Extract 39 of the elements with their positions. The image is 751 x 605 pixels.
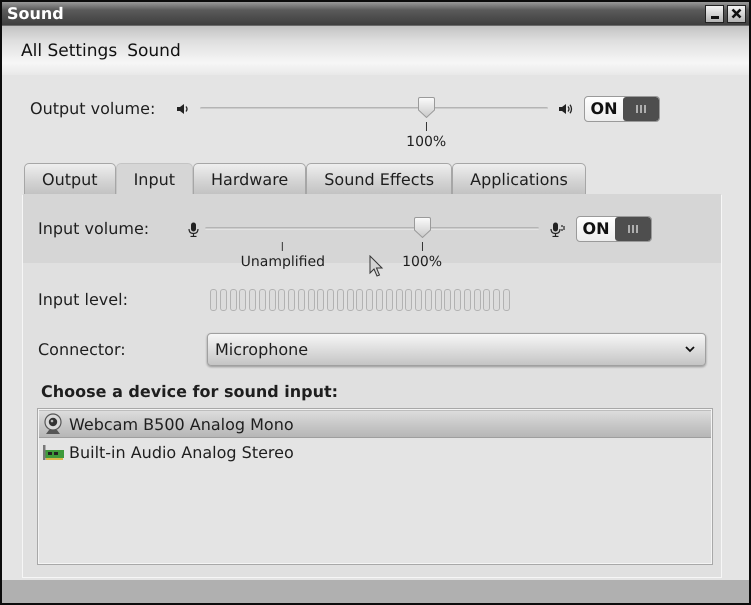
tick-label: 100%	[402, 254, 442, 271]
tab[interactable]: Input	[116, 163, 194, 194]
input-volume-label: Input volume:	[38, 218, 150, 240]
tab[interactable]: Applications	[452, 163, 586, 194]
tab[interactable]: Sound Effects	[306, 163, 452, 194]
slider-thumb[interactable]	[418, 97, 436, 118]
switch-grip-icon	[623, 97, 659, 121]
chevron-down-icon	[685, 346, 695, 353]
input-level-label: Input level:	[38, 289, 129, 311]
sound-card-icon	[42, 444, 64, 460]
output-volume-label: Output volume:	[30, 98, 156, 120]
close-button[interactable]	[727, 4, 746, 22]
volume-low-icon	[176, 103, 189, 115]
breadcrumb-button[interactable]: All Settings	[19, 38, 120, 62]
tick-mark	[422, 242, 423, 251]
tab[interactable]: Output	[24, 163, 116, 194]
tick-mark	[282, 242, 284, 251]
on-off-switch[interactable]: ON	[576, 216, 652, 242]
microphone-icon	[188, 222, 199, 237]
tick-label: Unamplified	[240, 254, 325, 271]
on-off-switch[interactable]: ON	[584, 96, 660, 122]
device-list-heading: Choose a device for sound input:	[40, 383, 338, 401]
device-row[interactable]: Webcam B500 Analog Mono	[39, 410, 711, 438]
device-row[interactable]: Built-in Audio Analog Stereo	[39, 438, 711, 466]
webcam-icon	[42, 413, 64, 435]
connector-label: Connector:	[38, 338, 127, 360]
close-icon	[731, 8, 742, 19]
connector-dropdown[interactable]: Microphone	[207, 333, 706, 366]
breadcrumb-button[interactable]: Sound	[125, 38, 183, 62]
minimize-icon	[710, 16, 718, 19]
slider-thumb[interactable]	[414, 217, 432, 238]
microphone-high-icon	[550, 222, 565, 237]
tab[interactable]: Hardware	[193, 163, 306, 194]
volume-high-icon	[558, 103, 573, 115]
tick-label: 100%	[406, 134, 446, 151]
switch-grip-icon	[615, 217, 651, 241]
minimize-button[interactable]	[705, 4, 724, 22]
window-title: Sound	[7, 4, 64, 24]
tick-mark	[426, 122, 427, 131]
